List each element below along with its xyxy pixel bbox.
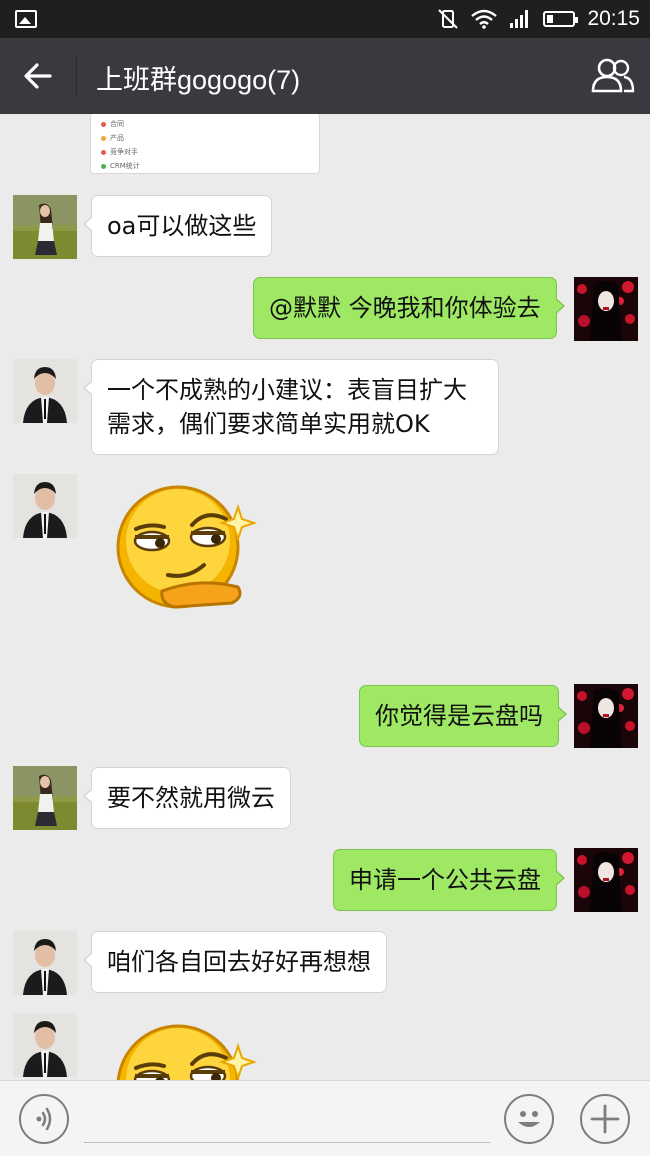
status-bar: 20:15 [0, 0, 650, 38]
plus-button[interactable] [580, 1094, 630, 1144]
message-bubble[interactable]: 咱们各自回去好好再想想 [83, 931, 387, 993]
message-list[interactable]: 合同 产品 竞争对手 CRM统计 oa可以做这些 @默默 今晚我和你体验去 一个… [0, 114, 650, 1080]
girl-avatar-icon [13, 766, 77, 830]
shared-image-row: CRM统计 [91, 159, 319, 173]
voice-icon [36, 1107, 52, 1131]
emoji-button[interactable] [504, 1094, 554, 1144]
battery-icon [543, 11, 579, 27]
red-dot-icon [101, 149, 106, 155]
smug-emoji-sticker[interactable] [110, 479, 260, 619]
shared-image-message[interactable]: 合同 产品 竞争对手 CRM统计 [90, 114, 320, 174]
orange-dot-icon [101, 135, 106, 141]
avatar[interactable] [574, 684, 638, 748]
gallery-icon [15, 10, 37, 28]
message-input[interactable] [84, 1095, 490, 1143]
message-text: 咱们各自回去好好再想想 [107, 948, 371, 976]
smug-emoji-sticker[interactable] [110, 1018, 260, 1080]
avatar[interactable] [13, 474, 77, 538]
message-bubble[interactable]: @默默 今晚我和你体验去 [253, 277, 565, 339]
avatar[interactable] [13, 359, 77, 423]
shared-image-item: 竞争对手 [110, 148, 138, 156]
shared-image-row: 合同 [91, 117, 319, 131]
status-bar-right: 20:15 [437, 6, 640, 32]
anime-avatar-icon [574, 848, 638, 912]
anime-avatar-icon [574, 684, 638, 748]
shared-image-item: 合同 [110, 120, 124, 128]
message-text: 要不然就用微云 [107, 784, 275, 812]
emoji-icon [518, 1111, 540, 1127]
voice-button[interactable] [19, 1094, 69, 1144]
message-bubble[interactable]: oa可以做这些 [82, 195, 273, 257]
shared-image-item: CRM统计 [110, 162, 140, 170]
anime-avatar-icon [574, 277, 638, 341]
message-text: @默默 今晚我和你体验去 [269, 294, 541, 322]
message-bubble[interactable]: 要不然就用微云 [83, 767, 291, 829]
vibrate-icon [438, 9, 459, 29]
arrow-left-icon[interactable] [18, 56, 58, 96]
message-text: 申请一个公共云盘 [349, 866, 541, 894]
message-text: oa可以做这些 [107, 212, 257, 240]
shared-image-row: 竞争对手 [91, 145, 319, 159]
girl-avatar-icon [13, 195, 77, 259]
wifi-icon [471, 9, 498, 29]
avatar[interactable] [574, 848, 638, 912]
avatar[interactable] [574, 277, 638, 341]
shared-image-row: 产品 [91, 131, 319, 145]
status-time: 20:15 [587, 7, 640, 30]
chat-title: 上班群gogogo(7) [96, 65, 301, 95]
man-avatar-icon [13, 474, 77, 538]
message-bubble[interactable]: 申请一个公共云盘 [333, 849, 565, 911]
green-dot-icon [101, 163, 106, 169]
red-dot-icon [101, 121, 106, 127]
man-avatar-icon [13, 1013, 77, 1077]
header-divider [76, 56, 77, 96]
group-members-icon[interactable] [590, 56, 636, 96]
chat-header: 上班群gogogo(7) [0, 38, 650, 114]
shared-image-item: 产品 [110, 134, 124, 142]
message-text: 你觉得是云盘吗 [375, 702, 543, 730]
input-bar [0, 1080, 650, 1156]
man-avatar-icon [13, 359, 77, 423]
avatar[interactable] [13, 931, 77, 995]
plus-icon [590, 1104, 620, 1134]
avatar[interactable] [13, 766, 77, 830]
signal-icon [510, 10, 529, 28]
avatar[interactable] [13, 1013, 77, 1077]
message-bubble[interactable]: 一个不成熟的小建议：表盲目扩大需求，偶们要求简单实用就OK [83, 359, 499, 455]
message-bubble[interactable]: 你觉得是云盘吗 [359, 685, 567, 747]
man-avatar-icon [13, 931, 77, 995]
avatar[interactable] [13, 195, 77, 259]
message-text: 一个不成熟的小建议：表盲目扩大需求，偶们要求简单实用就OK [107, 376, 467, 438]
